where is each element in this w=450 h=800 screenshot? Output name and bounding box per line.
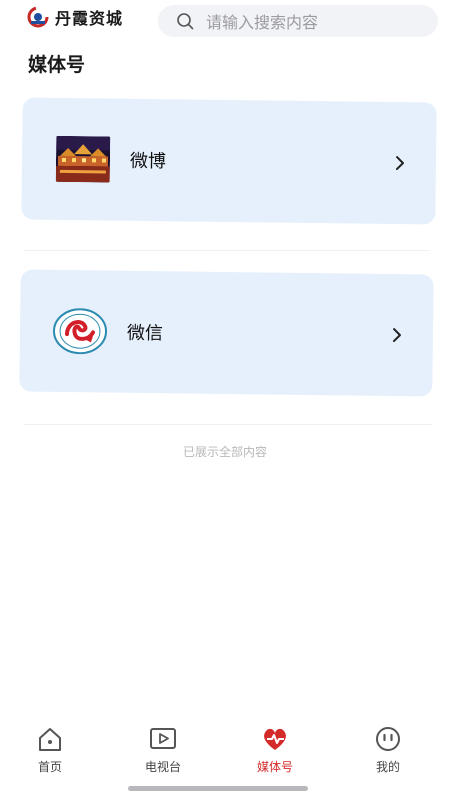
weibo-label: 微博 xyxy=(129,150,167,173)
brand-logo[interactable]: 丹霞资城 xyxy=(27,5,123,29)
media-account-wechat[interactable]: 微信 xyxy=(19,269,434,397)
tab-tv-label: 电视台 xyxy=(144,760,181,774)
wechat-account-emblem xyxy=(53,308,108,355)
tab-media[interactable]: 媒体号 xyxy=(235,724,315,775)
chevron-right-icon xyxy=(392,328,401,343)
wechat-label: 微信 xyxy=(126,322,164,345)
tab-tv[interactable]: 电视台 xyxy=(123,724,203,775)
page-title: 媒体号 xyxy=(28,54,86,76)
tab-home-label: 首页 xyxy=(37,760,62,774)
home-indicator xyxy=(128,786,308,791)
media-account-weibo[interactable]: 微博 xyxy=(21,97,437,225)
tv-play-icon xyxy=(150,728,176,749)
divider xyxy=(24,250,430,251)
search-icon xyxy=(177,13,194,30)
app-header: 丹霞资城 请输入搜索内容 xyxy=(0,0,450,44)
heart-icon xyxy=(264,728,286,750)
home-icon xyxy=(39,728,61,751)
brand-logo-icon xyxy=(27,6,49,28)
divider xyxy=(24,424,432,425)
search-input[interactable]: 请输入搜索内容 xyxy=(206,9,318,33)
tab-home[interactable]: 首页 xyxy=(10,724,90,775)
night-town-photo xyxy=(55,135,111,183)
face-icon xyxy=(376,727,400,751)
chevron-right-icon xyxy=(395,156,404,171)
tab-mine-label: 我的 xyxy=(375,760,400,774)
tab-mine[interactable]: 我的 xyxy=(348,724,428,775)
end-of-list-text: 已展示全部内容 xyxy=(182,445,267,459)
search-bar[interactable]: 请输入搜索内容 xyxy=(158,5,438,37)
tab-media-label: 媒体号 xyxy=(256,760,293,774)
brand-name: 丹霞资城 xyxy=(55,9,124,28)
